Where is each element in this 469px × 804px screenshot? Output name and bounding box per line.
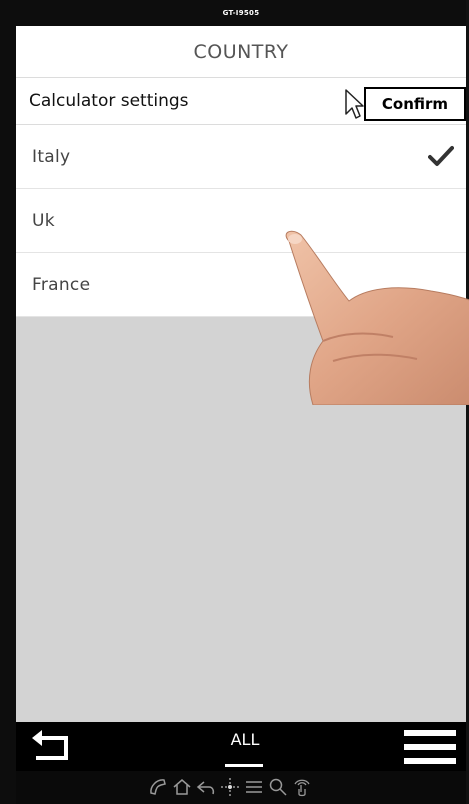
back-arrow-icon[interactable] <box>30 728 74 766</box>
hand-pointer-icon[interactable] <box>292 777 312 797</box>
settings-bar: Calculator settings Confirm <box>16 78 466 125</box>
app-screen: COUNTRY Calculator settings Confirm Ital… <box>16 26 469 804</box>
country-label: Italy <box>32 146 71 167</box>
home-icon[interactable] <box>172 777 192 797</box>
country-label: Uk <box>32 210 55 231</box>
page-title: COUNTRY <box>193 40 289 63</box>
page-title-bar: COUNTRY <box>16 26 466 78</box>
country-label: France <box>32 274 91 295</box>
device-frame-left <box>0 0 16 804</box>
tab-all[interactable]: ALL <box>221 730 269 749</box>
move-icon[interactable] <box>220 777 240 797</box>
phone-icon[interactable] <box>148 777 168 797</box>
confirm-button[interactable]: Confirm <box>364 87 466 121</box>
country-list: Italy Uk France <box>16 125 466 317</box>
calculator-settings-label: Calculator settings <box>29 91 189 111</box>
hamburger-menu-icon[interactable] <box>404 728 456 766</box>
active-tab-indicator <box>225 764 263 767</box>
remote-toolbar <box>16 771 466 804</box>
list-icon[interactable] <box>244 777 264 797</box>
country-item-france[interactable]: France <box>16 253 466 317</box>
bottom-navigation-bar: ALL <box>16 722 466 771</box>
reply-icon[interactable] <box>196 777 216 797</box>
mouse-cursor-icon <box>345 89 364 119</box>
device-model-label: GT-I9505 <box>16 0 466 26</box>
checkmark-icon <box>428 146 454 166</box>
country-item-uk[interactable]: Uk <box>16 189 466 253</box>
country-item-italy[interactable]: Italy <box>16 125 466 189</box>
search-icon[interactable] <box>268 777 288 797</box>
